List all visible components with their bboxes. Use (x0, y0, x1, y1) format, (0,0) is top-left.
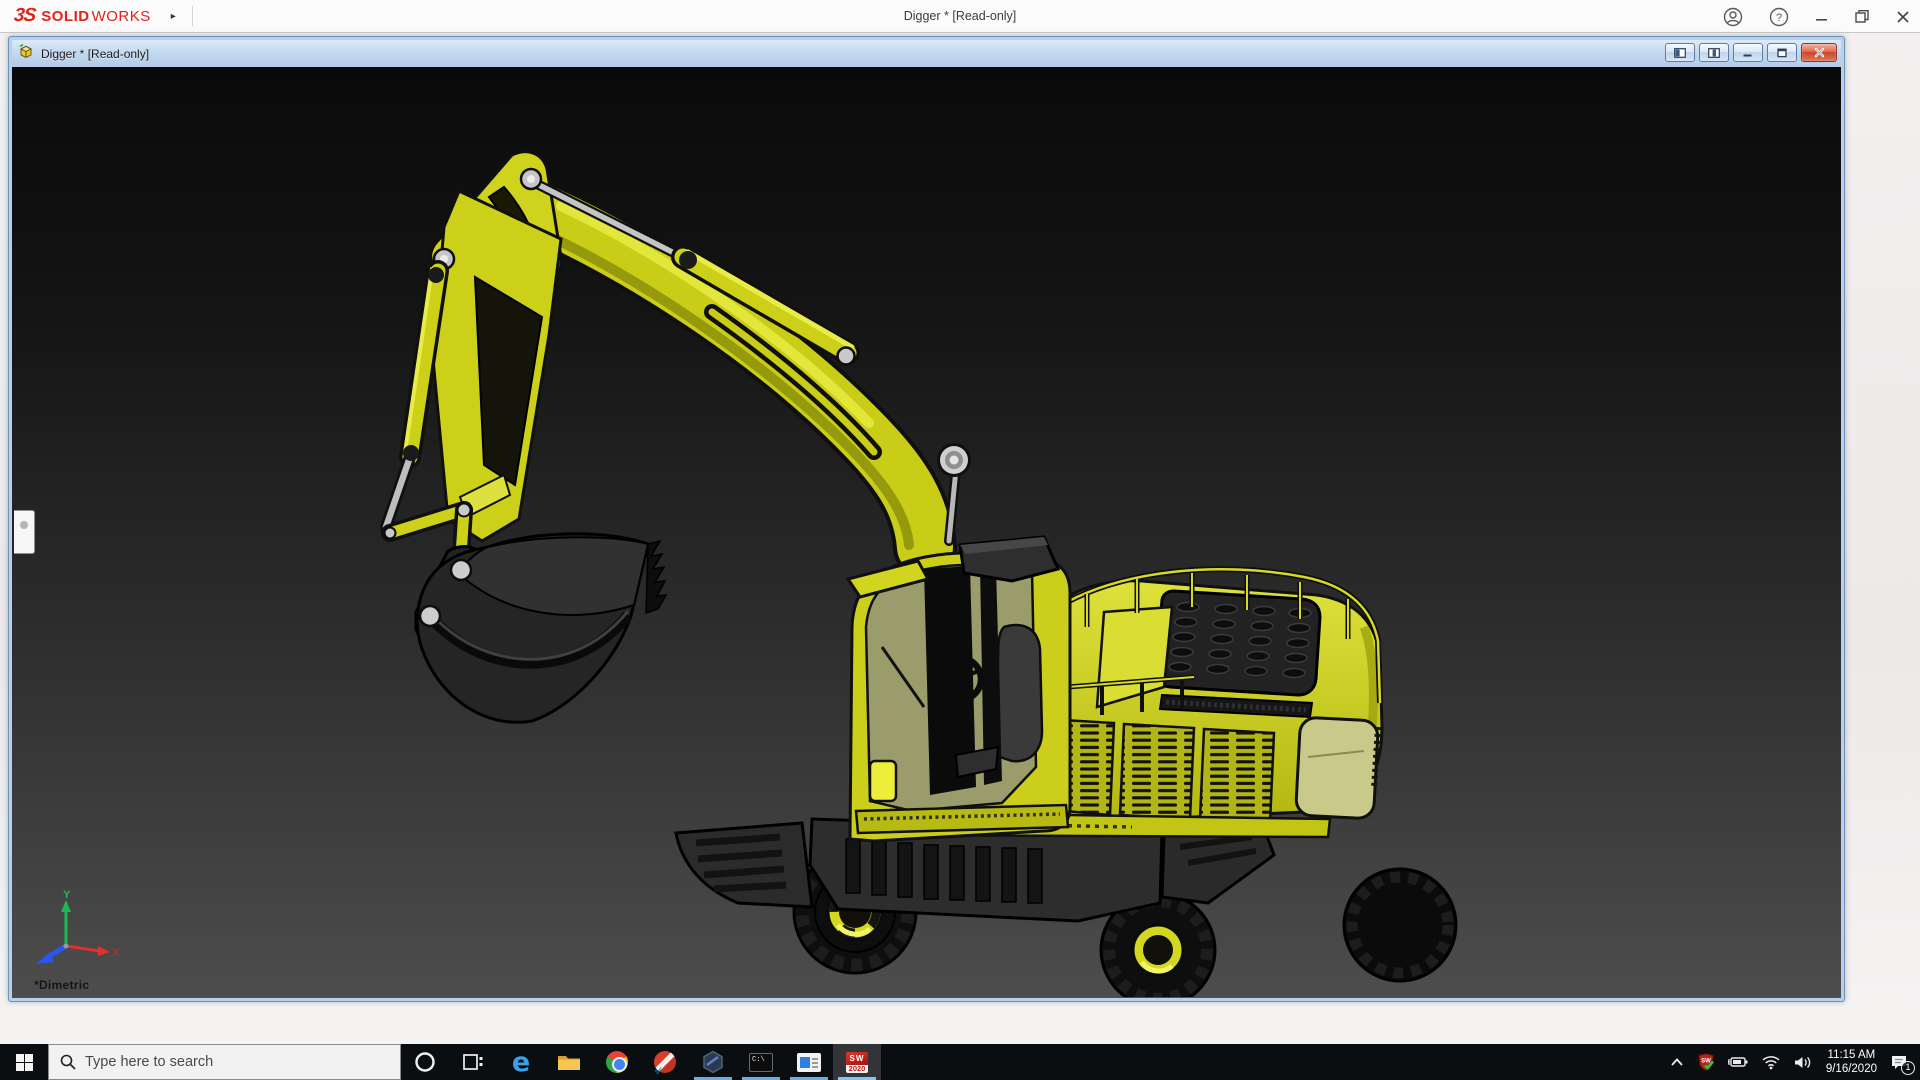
battery-icon[interactable] (1728, 1055, 1748, 1069)
tray-time: 11:15 AM (1826, 1048, 1877, 1062)
taskbar-search[interactable] (48, 1044, 401, 1080)
document-window: Digger * [Read-only] (8, 36, 1845, 1002)
window-app-icon (797, 1053, 821, 1072)
taskbar-icon-window-app[interactable] (785, 1044, 833, 1080)
hexagon-app-icon (701, 1050, 725, 1074)
collapsed-featuremanager-tab[interactable] (14, 510, 35, 554)
part-document-icon (18, 43, 35, 64)
document-title: Digger * [Read-only] (41, 47, 149, 61)
excavator-model[interactable] (12, 67, 1841, 997)
taskbar-icon-hexagon-app[interactable] (689, 1044, 737, 1080)
tray-date: 9/16/2020 (1826, 1062, 1877, 1076)
view-orientation-label: *Dimetric (34, 978, 89, 992)
file-explorer-icon (557, 1052, 581, 1072)
chrome-icon (606, 1051, 628, 1073)
windows-taskbar: e C:\ SW 2020 SW 11:15 AM 9/16/2020 (0, 1044, 1920, 1080)
command-prompt-icon: C:\ (749, 1053, 773, 1072)
document-titlebar[interactable]: Digger * [Read-only] (12, 40, 1841, 67)
taskbar-icon-file-explorer[interactable] (545, 1044, 593, 1080)
account-icon[interactable] (1723, 7, 1743, 27)
restore-button[interactable] (1855, 9, 1870, 24)
system-tray: SW 11:15 AM 9/16/2020 1 (1670, 1044, 1920, 1080)
brand-solid-text: SOLID (41, 8, 89, 25)
wifi-icon[interactable] (1761, 1055, 1781, 1070)
taskbar-icon-edge[interactable]: e (497, 1044, 545, 1080)
doc-close-button[interactable] (1801, 43, 1837, 62)
svg-text:?: ? (1776, 12, 1782, 24)
doc-maximize-button[interactable] (1767, 43, 1797, 62)
tray-clock[interactable]: 11:15 AM 9/16/2020 (1826, 1048, 1877, 1076)
taskbar-icon-command-prompt[interactable]: C:\ (737, 1044, 785, 1080)
close-button[interactable] (1896, 10, 1910, 24)
windows-logo-icon (16, 1054, 33, 1071)
show-left-pane-button[interactable] (1665, 43, 1695, 62)
taskbar-icon-solidworks-2020[interactable]: SW 2020 (833, 1044, 881, 1080)
solidworks-logo: 3S SOLIDWORKS ▸ (0, 5, 193, 27)
snipping-tool-icon (654, 1051, 676, 1073)
taskbar-icon-chrome[interactable] (593, 1044, 641, 1080)
triad-x-label: X (112, 947, 120, 959)
triad-y-label: Y (63, 890, 71, 901)
search-input[interactable] (85, 1054, 365, 1070)
dassault-logo-icon: 3S (13, 5, 37, 27)
tray-chevron-icon[interactable] (1670, 1057, 1684, 1067)
graphics-viewport[interactable]: Y X *Dimetric (12, 67, 1841, 998)
search-icon (60, 1054, 76, 1070)
taskbar-icon-task-view[interactable] (449, 1044, 497, 1080)
help-icon[interactable]: ? (1769, 7, 1789, 27)
cortana-icon (414, 1051, 436, 1073)
edge-icon: e (512, 1049, 530, 1076)
solidworks-monitor-shield-icon[interactable]: SW (1697, 1053, 1715, 1071)
app-titlebar: 3S SOLIDWORKS ▸ Digger * [Read-only] ? (0, 0, 1920, 33)
titlebar-divider (192, 6, 193, 26)
minimize-button[interactable] (1815, 10, 1829, 24)
solidworks-2020-icon: SW 2020 (846, 1052, 868, 1073)
start-button[interactable] (0, 1044, 48, 1080)
volume-icon[interactable] (1794, 1055, 1813, 1070)
task-view-icon (462, 1052, 484, 1072)
orientation-triad-icon: Y X (26, 890, 122, 974)
menu-flyout-arrow-icon[interactable]: ▸ (171, 11, 176, 22)
taskbar-icon-snipping-tool[interactable] (641, 1044, 689, 1080)
action-center[interactable]: 1 (1890, 1054, 1908, 1071)
taskbar-icon-cortana[interactable] (401, 1044, 449, 1080)
doc-minimize-button[interactable] (1733, 43, 1763, 62)
app-window-title: Digger * [Read-only] (0, 9, 1920, 23)
show-right-pane-button[interactable] (1699, 43, 1729, 62)
notification-badge: 1 (1901, 1061, 1915, 1075)
brand-works-text: WORKS (92, 8, 151, 25)
